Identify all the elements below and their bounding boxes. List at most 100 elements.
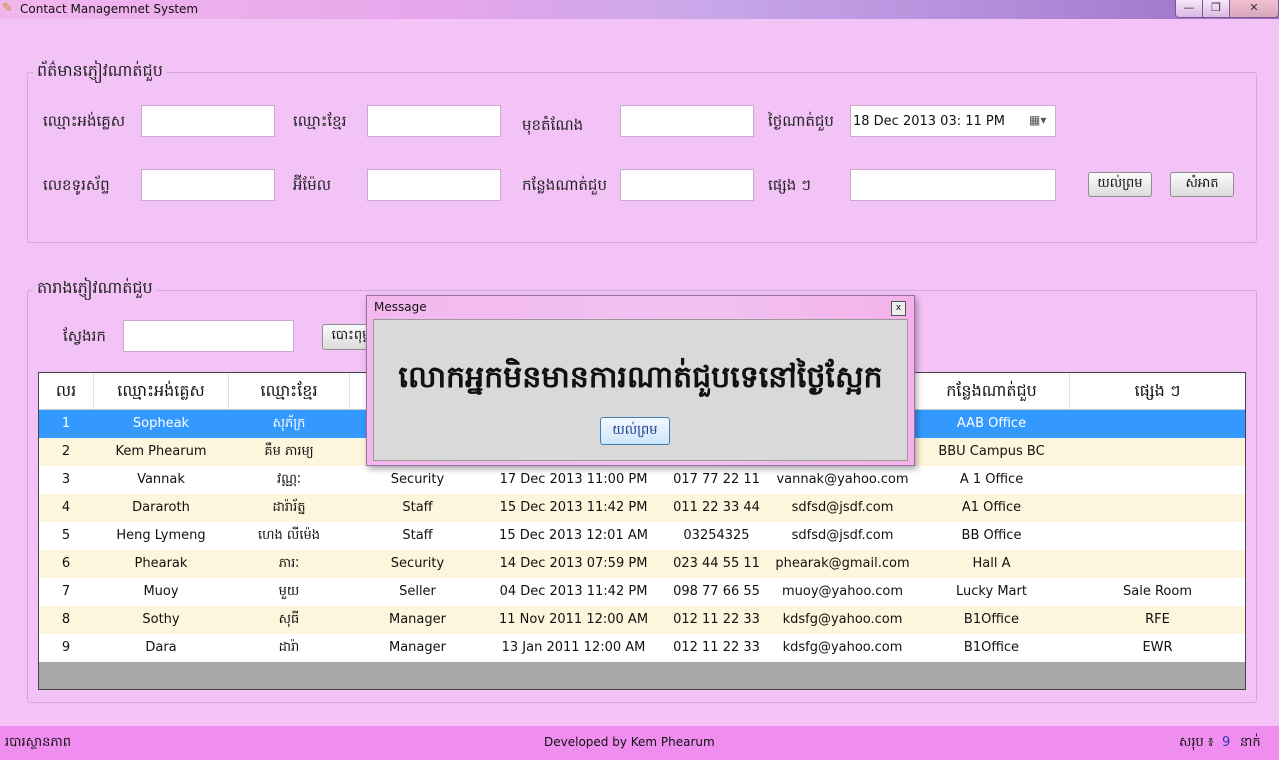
- cell-other[interactable]: [1070, 410, 1245, 438]
- cell-khmer-name[interactable]: ហេង លីម៉េង: [229, 522, 349, 550]
- cell-position[interactable]: Seller: [350, 578, 485, 606]
- cell-position[interactable]: Security: [350, 550, 485, 578]
- cell-khmer-name[interactable]: សុធី: [229, 606, 349, 634]
- cell-english-name[interactable]: Muoy: [94, 578, 228, 606]
- table-row[interactable]: 6 Phearak ភារៈ Security 14 Dec 2013 07:59 PM…: [39, 550, 1245, 578]
- cell-date[interactable]: 14 Dec 2013 07:59 PM: [486, 550, 661, 578]
- cell-date[interactable]: 15 Dec 2013 12:01 AM: [486, 522, 661, 550]
- cell-place[interactable]: Lucky Mart: [914, 578, 1069, 606]
- column-header-khmer-name[interactable]: ឈ្មោះខ្មែរ: [229, 373, 350, 409]
- close-button[interactable]: ✕: [1229, 0, 1279, 18]
- phone-input[interactable]: [141, 169, 275, 201]
- cell-other[interactable]: [1070, 466, 1245, 494]
- cell-english-name[interactable]: Phearak: [94, 550, 228, 578]
- cell-place[interactable]: B1Office: [914, 606, 1069, 634]
- search-input[interactable]: [123, 320, 294, 352]
- cell-phone[interactable]: 012 11 22 33: [662, 606, 771, 634]
- cell-email[interactable]: kdsfg@yahoo.com: [772, 634, 913, 662]
- cell-date[interactable]: 11 Nov 2011 12:00 AM: [486, 606, 661, 634]
- cell-other[interactable]: Sale Room: [1070, 578, 1245, 606]
- email-input[interactable]: [367, 169, 501, 201]
- column-header-english-name[interactable]: ឈ្មោះអង់គ្លេស: [94, 373, 229, 409]
- other-input[interactable]: [850, 169, 1056, 201]
- cell-khmer-name[interactable]: គឹម ភារម្យ: [229, 438, 349, 466]
- table-row[interactable]: 9 Dara ដារ៉ា Manager 13 Jan 2011 12:00 AM 012…: [39, 634, 1245, 662]
- cell-email[interactable]: sdfsd@jsdf.com: [772, 494, 913, 522]
- cell-number[interactable]: 2: [39, 438, 93, 466]
- minimize-button[interactable]: —: [1175, 0, 1203, 18]
- cell-khmer-name[interactable]: វណ្ណៈ: [229, 466, 349, 494]
- maximize-button[interactable]: ❐: [1202, 0, 1230, 18]
- cell-khmer-name[interactable]: មួយ: [229, 578, 349, 606]
- dialog-close-icon[interactable]: x: [891, 301, 906, 316]
- table-row[interactable]: 8 Sothy សុធី Manager 11 Nov 2011 12:00 AM 012…: [39, 606, 1245, 634]
- cell-position[interactable]: Staff: [350, 494, 485, 522]
- cell-number[interactable]: 9: [39, 634, 93, 662]
- cell-other[interactable]: [1070, 438, 1245, 466]
- place-input[interactable]: [620, 169, 754, 201]
- cell-english-name[interactable]: Dararoth: [94, 494, 228, 522]
- column-header-number[interactable]: លរ: [39, 373, 94, 409]
- cell-email[interactable]: vannak@yahoo.com: [772, 466, 913, 494]
- cell-phone[interactable]: 017 77 22 11: [662, 466, 771, 494]
- cell-place[interactable]: BB Office: [914, 522, 1069, 550]
- cell-other[interactable]: EWR: [1070, 634, 1245, 662]
- cell-number[interactable]: 8: [39, 606, 93, 634]
- cell-place[interactable]: Hall A: [914, 550, 1069, 578]
- cell-phone[interactable]: 012 11 22 33: [662, 634, 771, 662]
- table-row[interactable]: 7 Muoy មួយ Seller 04 Dec 2013 11:42 PM 098 77…: [39, 578, 1245, 606]
- cell-other[interactable]: [1070, 522, 1245, 550]
- cell-phone[interactable]: 098 77 66 55: [662, 578, 771, 606]
- table-row[interactable]: 4 Dararoth ដារ៉ារ័ត្ន Staff 15 Dec 2013 11:4…: [39, 494, 1245, 522]
- table-row[interactable]: 3 Vannak វណ្ណៈ Security 17 Dec 2013 11:00 PM…: [39, 466, 1245, 494]
- dialog-ok-button[interactable]: យល់ព្រម: [600, 417, 670, 445]
- cell-date[interactable]: 13 Jan 2011 12:00 AM: [486, 634, 661, 662]
- cell-other[interactable]: RFE: [1070, 606, 1245, 634]
- cell-other[interactable]: [1070, 494, 1245, 522]
- cell-phone[interactable]: 03254325: [662, 522, 771, 550]
- cell-position[interactable]: Staff: [350, 522, 485, 550]
- cell-english-name[interactable]: Sothy: [94, 606, 228, 634]
- cell-date[interactable]: 17 Dec 2013 11:00 PM: [486, 466, 661, 494]
- cell-number[interactable]: 6: [39, 550, 93, 578]
- cell-number[interactable]: 7: [39, 578, 93, 606]
- cell-number[interactable]: 3: [39, 466, 93, 494]
- cell-english-name[interactable]: Vannak: [94, 466, 228, 494]
- cell-place[interactable]: AAB Office: [914, 410, 1069, 438]
- cell-position[interactable]: Security: [350, 466, 485, 494]
- cell-english-name[interactable]: Kem Phearum: [94, 438, 228, 466]
- title-bar[interactable]: ✎ Contact Managemnet System — ❐ ✕: [0, 0, 1279, 19]
- cell-phone[interactable]: 011 22 33 44: [662, 494, 771, 522]
- cell-number[interactable]: 5: [39, 522, 93, 550]
- english-name-input[interactable]: [141, 105, 275, 137]
- clear-button[interactable]: សំអាត: [1170, 172, 1234, 197]
- column-header-other[interactable]: ផ្សេង ៗ: [1070, 373, 1245, 409]
- cell-other[interactable]: [1070, 550, 1245, 578]
- cell-email[interactable]: sdfsd@jsdf.com: [772, 522, 913, 550]
- cell-khmer-name[interactable]: ភារៈ: [229, 550, 349, 578]
- cell-email[interactable]: kdsfg@yahoo.com: [772, 606, 913, 634]
- cell-english-name[interactable]: Dara: [94, 634, 228, 662]
- cell-email[interactable]: muoy@yahoo.com: [772, 578, 913, 606]
- cell-khmer-name[interactable]: សុភ័ក្រ: [229, 410, 349, 438]
- cell-number[interactable]: 1: [39, 410, 93, 438]
- cell-place[interactable]: BBU Campus BC: [914, 438, 1069, 466]
- cell-number[interactable]: 4: [39, 494, 93, 522]
- table-row[interactable]: 5 Heng Lymeng ហេង លីម៉េង Staff 15 Dec 2013 1…: [39, 522, 1245, 550]
- cell-english-name[interactable]: Sopheak: [94, 410, 228, 438]
- position-input[interactable]: [620, 105, 754, 137]
- ok-button[interactable]: យល់ព្រម: [1088, 172, 1152, 197]
- khmer-name-input[interactable]: [367, 105, 501, 137]
- cell-date[interactable]: 04 Dec 2013 11:42 PM: [486, 578, 661, 606]
- cell-position[interactable]: Manager: [350, 606, 485, 634]
- message-dialog[interactable]: Message x លោកអ្នកមិនមានការណាត់ជួបទេនៅថ្ង…: [366, 295, 915, 466]
- column-header-place[interactable]: កន្លែងណាត់ជួប: [914, 373, 1070, 409]
- cell-email[interactable]: phearak@gmail.com: [772, 550, 913, 578]
- cell-place[interactable]: A1 Office: [914, 494, 1069, 522]
- appointment-date-picker[interactable]: 18 Dec 2013 03: 11 PM ▦▾: [850, 105, 1056, 137]
- cell-phone[interactable]: 023 44 55 11: [662, 550, 771, 578]
- cell-place[interactable]: B1Office: [914, 634, 1069, 662]
- cell-date[interactable]: 15 Dec 2013 11:42 PM: [486, 494, 661, 522]
- calendar-dropdown-icon[interactable]: ▦▾: [1029, 113, 1046, 127]
- cell-english-name[interactable]: Heng Lymeng: [94, 522, 228, 550]
